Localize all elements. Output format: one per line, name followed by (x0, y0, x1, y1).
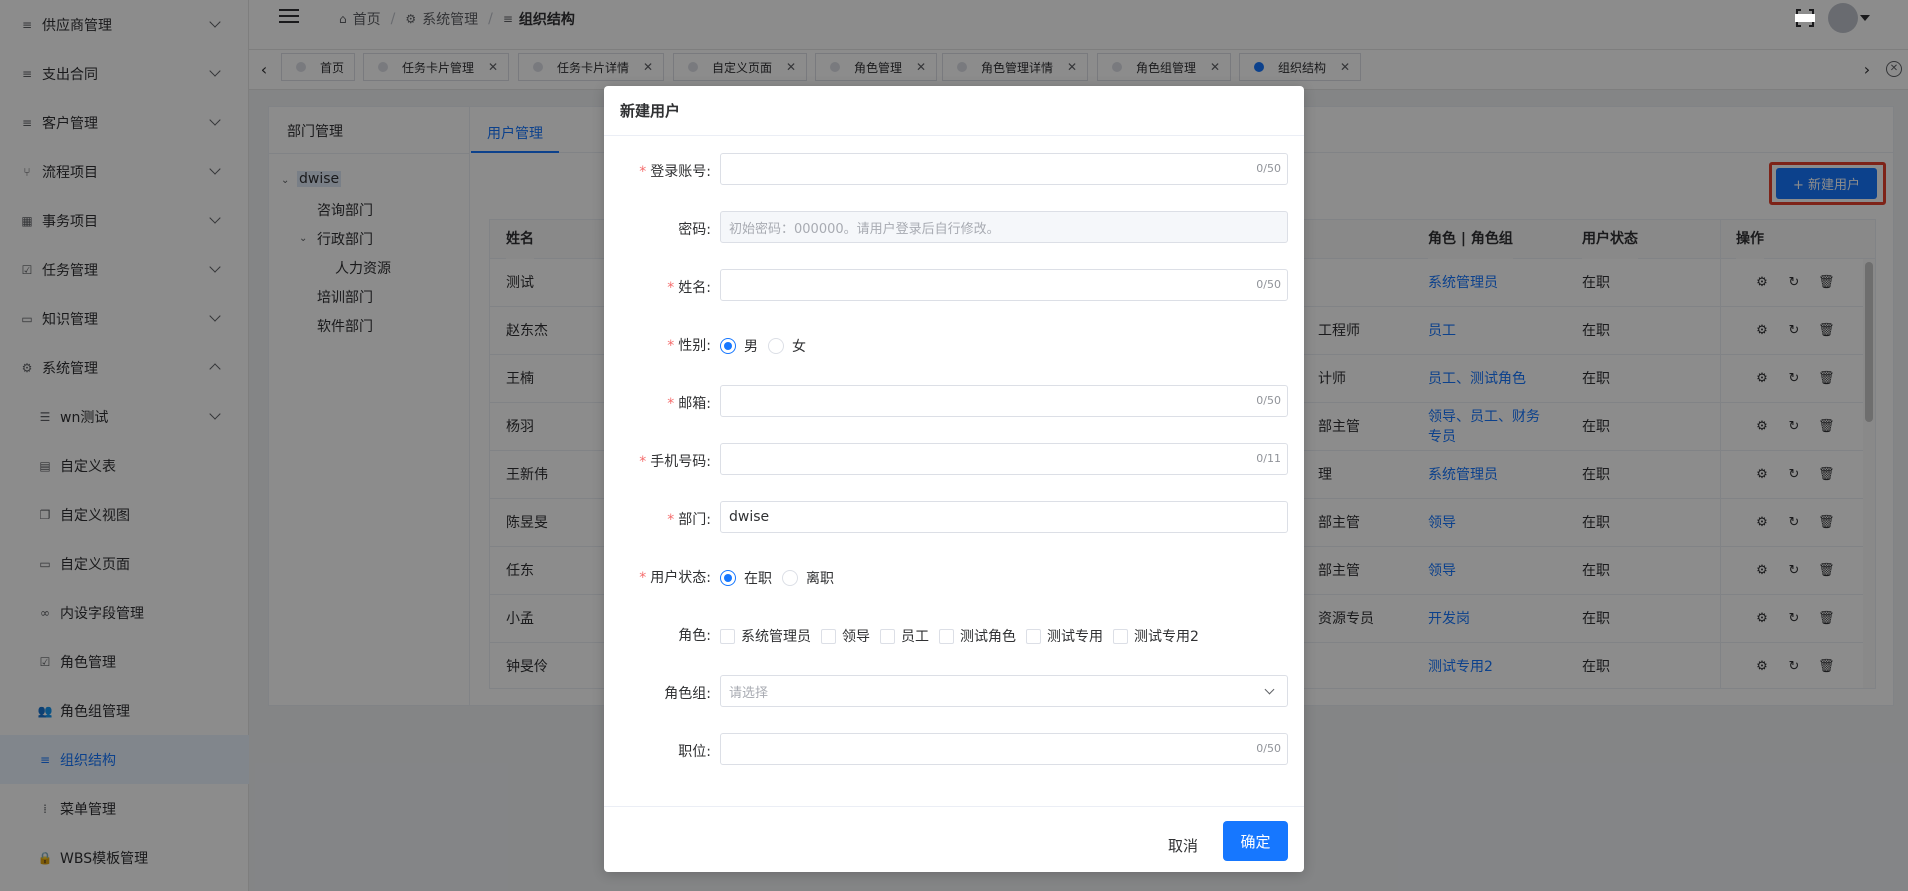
password-placeholder: 初始密码：000000。请用户登录后自行修改。 (729, 221, 1000, 237)
checkbox-label[interactable]: 测试专用2 (1134, 626, 1199, 646)
account-input[interactable]: 0/50 (720, 153, 1288, 185)
radio-label[interactable]: 离职 (806, 568, 834, 588)
radio-label[interactable]: 在职 (744, 568, 772, 588)
char-counter: 0/11 (1256, 452, 1281, 465)
checkbox-label[interactable]: 员工 (901, 626, 929, 646)
gender-radio-group: 男 女 (720, 336, 816, 356)
dept-value: dwise (729, 509, 770, 525)
char-counter: 0/50 (1256, 162, 1281, 175)
role-checkbox[interactable] (1113, 628, 1128, 644)
position-input[interactable]: 0/50 (720, 733, 1288, 765)
status-label: * 用户状态: (639, 570, 711, 586)
status-radio-left[interactable] (782, 570, 798, 586)
gender-radio-female[interactable] (768, 338, 784, 354)
status-radio-group: 在职 离职 (720, 568, 844, 588)
role-group-select[interactable]: 请选择 (720, 675, 1288, 707)
role-checkbox[interactable] (821, 628, 836, 644)
checkbox-label[interactable]: 测试角色 (960, 626, 1016, 646)
dialog-title: 新建用户 (620, 102, 681, 120)
radio-label[interactable]: 女 (792, 336, 806, 356)
checkbox-label[interactable]: 领导 (842, 626, 870, 646)
name-label: * 姓名: (667, 280, 711, 296)
char-counter: 0/50 (1256, 742, 1281, 755)
roles-checkbox-group: 系统管理员 领导 员工 测试角色 测试专用 测试专用2 (720, 626, 1209, 646)
dept-input[interactable]: dwise (720, 501, 1288, 533)
password-label: 密码: (678, 222, 711, 238)
char-counter: 0/50 (1256, 278, 1281, 291)
status-radio-active[interactable] (720, 570, 736, 586)
checkbox-label[interactable]: 测试专用 (1047, 626, 1103, 646)
account-label: * 登录账号: (639, 164, 711, 180)
confirm-button[interactable]: 确定 (1223, 821, 1288, 861)
role-checkbox[interactable] (720, 628, 735, 644)
role-checkbox[interactable] (939, 628, 954, 644)
email-input[interactable]: 0/50 (720, 385, 1288, 417)
gender-label: * 性别: (667, 338, 711, 354)
phone-input[interactable]: 0/11 (720, 443, 1288, 475)
name-input[interactable]: 0/50 (720, 269, 1288, 301)
dept-label: * 部门: (667, 512, 711, 528)
role-checkbox[interactable] (1026, 628, 1041, 644)
email-label: * 邮箱: (667, 396, 711, 412)
role-group-label: 角色组: (664, 686, 711, 702)
char-counter: 0/50 (1256, 394, 1281, 407)
role-checkbox[interactable] (880, 628, 895, 644)
new-user-dialog: 新建用户 * 登录账号: 0/50 密码: 初始密码：000000。请用户登录后自… (604, 86, 1304, 872)
radio-label[interactable]: 男 (744, 336, 758, 356)
gender-radio-male[interactable] (720, 338, 736, 354)
checkbox-label[interactable]: 系统管理员 (741, 626, 811, 646)
cancel-button[interactable]: 取消 (1158, 826, 1208, 864)
select-placeholder: 请选择 (729, 685, 769, 701)
chevron-down-icon (1264, 684, 1275, 695)
password-input: 初始密码：000000。请用户登录后自行修改。 (720, 211, 1288, 243)
phone-label: * 手机号码: (639, 454, 711, 470)
roles-label: 角色: (678, 628, 711, 644)
position-label: 职位: (678, 744, 711, 760)
